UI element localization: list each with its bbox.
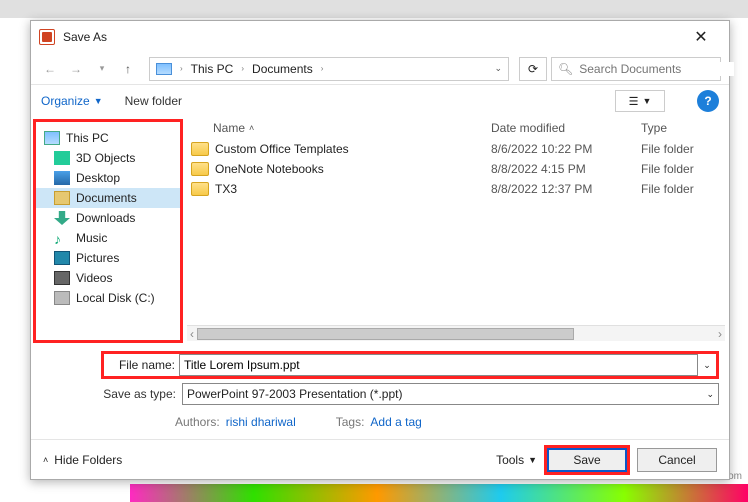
search-input[interactable] <box>579 62 734 76</box>
nav-recent-dropdown[interactable]: ▾ <box>91 58 113 80</box>
cancel-button[interactable]: Cancel <box>637 448 717 472</box>
chevron-right-icon: › <box>178 64 185 73</box>
savetype-select[interactable]: PowerPoint 97-2003 Presentation (*.ppt)⌄ <box>182 383 719 405</box>
help-button[interactable]: ? <box>697 90 719 112</box>
folder-icon <box>191 182 209 196</box>
sidebar-item-desktop[interactable]: Desktop <box>36 168 180 188</box>
new-folder-button[interactable]: New folder <box>125 94 182 108</box>
save-button[interactable]: Save <box>547 448 627 472</box>
sidebar-item-local-disk[interactable]: Local Disk (C:) <box>36 288 180 308</box>
navigation-tree: This PC 3D Objects Desktop Documents Dow… <box>33 119 183 343</box>
file-type: File folder <box>641 182 721 196</box>
3d-objects-icon <box>54 151 70 165</box>
disk-icon <box>54 291 70 305</box>
sidebar-item-label: This PC <box>66 131 109 145</box>
chevron-right-icon: › <box>239 64 246 73</box>
file-type: File folder <box>641 162 721 176</box>
nav-back-button[interactable]: ← <box>39 58 61 80</box>
chevron-right-icon: › <box>319 64 326 73</box>
downloads-icon <box>54 211 70 225</box>
sidebar-item-label: Local Disk (C:) <box>76 291 155 305</box>
table-row[interactable]: OneNote Notebooks 8/8/2022 4:15 PM File … <box>183 159 729 179</box>
column-header-name[interactable]: Name ˄ <box>191 121 491 135</box>
close-button[interactable]: ✕ <box>681 27 721 47</box>
organize-menu[interactable]: Organize▼ <box>41 94 103 108</box>
sidebar-item-label: Pictures <box>76 251 119 265</box>
sidebar-item-downloads[interactable]: Downloads <box>36 208 180 228</box>
view-options-button[interactable]: ☰ ▼ <box>615 90 665 112</box>
sidebar-item-label: Music <box>76 231 107 245</box>
breadcrumb[interactable]: Documents <box>248 60 317 78</box>
file-date: 8/8/2022 4:15 PM <box>491 162 641 176</box>
file-type: File folder <box>641 142 721 156</box>
videos-icon <box>54 271 70 285</box>
folder-icon <box>191 162 209 176</box>
desktop-icon <box>54 171 70 185</box>
chevron-down-icon: ▼ <box>528 455 537 465</box>
chevron-up-icon: ˄ <box>43 455 48 465</box>
filename-input[interactable] <box>179 354 698 376</box>
file-name: Custom Office Templates <box>215 142 349 156</box>
powerpoint-icon <box>39 29 55 45</box>
chevron-down-icon: ⌄ <box>706 389 714 400</box>
scroll-left-icon: ‹ <box>187 327 197 341</box>
hide-folders-toggle[interactable]: ˄Hide Folders <box>43 453 122 467</box>
tags-value[interactable]: Add a tag <box>370 415 421 429</box>
search-box[interactable]: 🔍︎ <box>551 57 721 81</box>
authors-label: Authors: <box>175 415 220 429</box>
sidebar-item-label: 3D Objects <box>76 151 135 165</box>
search-icon: 🔍︎ <box>558 62 573 76</box>
filename-label: File name: <box>104 354 179 376</box>
refresh-icon: ⟳ <box>528 62 538 76</box>
tags-label: Tags: <box>336 415 365 429</box>
sidebar-item-label: Videos <box>76 271 112 285</box>
sort-indicator-icon: ˄ <box>249 123 254 133</box>
horizontal-scrollbar[interactable]: ‹› <box>187 325 725 341</box>
file-date: 8/8/2022 12:37 PM <box>491 182 641 196</box>
chevron-down-icon: ▼ <box>642 96 651 106</box>
file-name: TX3 <box>215 182 237 196</box>
file-date: 8/6/2022 10:22 PM <box>491 142 641 156</box>
refresh-button[interactable]: ⟳ <box>519 57 547 81</box>
titlebar: Save As ✕ <box>31 21 729 53</box>
address-dropdown[interactable]: ⌄ <box>494 63 502 74</box>
tools-menu[interactable]: Tools▼ <box>496 453 537 467</box>
save-as-dialog: Save As ✕ ← → ▾ ↑ › This PC › Documents … <box>30 20 730 480</box>
sidebar-item-videos[interactable]: Videos <box>36 268 180 288</box>
savetype-label: Save as type: <box>101 387 176 401</box>
scrollbar-thumb[interactable] <box>197 328 574 340</box>
column-header-date[interactable]: Date modified <box>491 121 641 135</box>
pictures-icon <box>54 251 70 265</box>
breadcrumb[interactable]: This PC <box>187 60 238 78</box>
dialog-title: Save As <box>63 30 107 44</box>
sidebar-item-label: Downloads <box>76 211 135 225</box>
music-icon: ♪ <box>54 231 70 245</box>
pc-icon <box>44 131 60 145</box>
sidebar-item-pictures[interactable]: Pictures <box>36 248 180 268</box>
nav-forward-button[interactable]: → <box>65 58 87 80</box>
filename-dropdown[interactable]: ⌄ <box>698 360 716 371</box>
table-row[interactable]: TX3 8/8/2022 12:37 PM File folder <box>183 179 729 199</box>
view-icon: ☰ <box>629 95 639 108</box>
chevron-down-icon: ▼ <box>94 96 103 106</box>
sidebar-item-label: Desktop <box>76 171 120 185</box>
scroll-right-icon: › <box>715 327 725 341</box>
address-bar[interactable]: › This PC › Documents › ⌄ <box>149 57 509 81</box>
nav-up-button[interactable]: ↑ <box>117 58 139 80</box>
folder-icon <box>191 142 209 156</box>
file-name: OneNote Notebooks <box>215 162 324 176</box>
sidebar-item-3d-objects[interactable]: 3D Objects <box>36 148 180 168</box>
column-header-type[interactable]: Type <box>641 121 721 135</box>
sidebar-item-music[interactable]: ♪ Music <box>36 228 180 248</box>
sidebar-item-label: Documents <box>76 191 137 205</box>
documents-icon <box>54 191 70 205</box>
file-list: Name ˄ Date modified Type Custom Office … <box>183 117 729 345</box>
sidebar-item-this-pc[interactable]: This PC <box>36 128 180 148</box>
pc-icon <box>156 63 172 75</box>
sidebar-item-documents[interactable]: Documents <box>36 188 180 208</box>
table-row[interactable]: Custom Office Templates 8/6/2022 10:22 P… <box>183 139 729 159</box>
authors-value[interactable]: rishi dhariwal <box>226 415 296 429</box>
